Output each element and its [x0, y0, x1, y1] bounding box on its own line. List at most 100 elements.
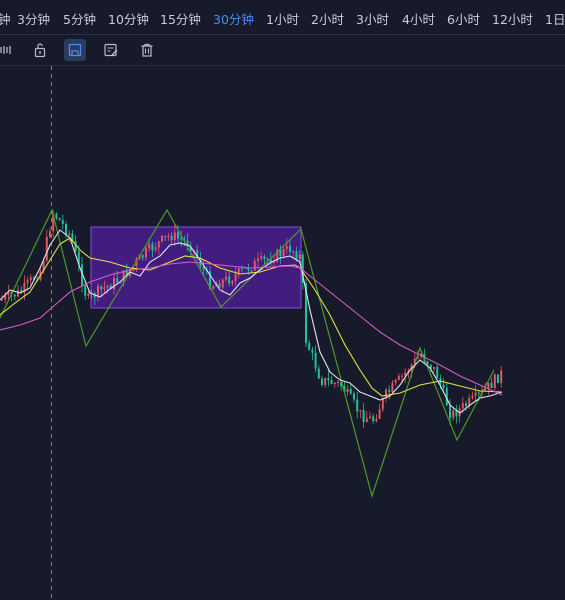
- candle-body: [362, 410, 365, 423]
- candle-body: [13, 294, 16, 297]
- timeframe-1d[interactable]: 1日: [545, 9, 565, 28]
- screenshot-icon[interactable]: [64, 39, 86, 61]
- candle-body: [333, 383, 336, 385]
- candle-body: [253, 261, 256, 271]
- candle-body: [228, 276, 231, 284]
- timeframe-6h[interactable]: 6小时: [447, 9, 480, 28]
- candle-body: [369, 416, 371, 419]
- candle-body: [337, 381, 339, 384]
- timeframe-5m[interactable]: 5分钟: [63, 9, 96, 28]
- candle-body: [241, 268, 243, 270]
- candle-body: [449, 405, 451, 418]
- candle-body: [292, 251, 295, 253]
- candle-body: [87, 293, 90, 296]
- candle-body: [465, 403, 467, 407]
- candle-body: [500, 370, 503, 383]
- candle-body: [317, 368, 320, 379]
- candle-body: [250, 270, 253, 272]
- candle-body: [100, 286, 103, 290]
- candle-body: [391, 382, 394, 392]
- candle-body: [365, 418, 368, 423]
- candle-body: [148, 243, 151, 249]
- candle-body: [61, 220, 64, 225]
- candle-body: [321, 378, 323, 385]
- candle-body: [273, 261, 275, 263]
- candle-body: [327, 377, 330, 381]
- candle-body: [378, 409, 381, 419]
- timeframe-1m-partial[interactable]: 钟: [0, 9, 11, 28]
- candle-body: [260, 256, 263, 259]
- candle-body: [356, 399, 359, 412]
- timeframe-3m[interactable]: 3分钟: [17, 9, 50, 28]
- candle-body: [308, 342, 311, 350]
- price-chart[interactable]: [0, 66, 565, 600]
- candle-body: [167, 235, 170, 237]
- candle-body: [1, 299, 3, 301]
- timeframe-2h[interactable]: 2小时: [311, 9, 344, 28]
- candle-body: [116, 278, 119, 283]
- candle-body: [353, 393, 355, 400]
- candle-body: [433, 367, 435, 369]
- candle-body: [381, 398, 384, 410]
- candle-body: [436, 367, 439, 379]
- candle-body: [295, 251, 298, 259]
- candle-body: [180, 238, 183, 240]
- candle-body: [349, 388, 352, 394]
- candle-body: [157, 241, 160, 248]
- link-icon[interactable]: [0, 39, 18, 61]
- candle-body: [151, 243, 154, 250]
- candle-body: [177, 232, 179, 239]
- candle-body: [490, 382, 493, 389]
- candle-body: [45, 236, 48, 261]
- candle-body: [474, 392, 477, 396]
- candle-body: [161, 235, 163, 242]
- candle-body: [497, 374, 499, 383]
- candle-body: [285, 246, 288, 250]
- timeframe-bar: 钟 3分钟 5分钟 10分钟 15分钟 30分钟 1小时 2小时 3小时 4小时…: [0, 0, 565, 35]
- candle-body: [49, 231, 51, 237]
- candle-body: [65, 224, 67, 235]
- candle-body: [324, 377, 327, 385]
- candle-body: [461, 403, 464, 409]
- timeframe-15m[interactable]: 15分钟: [160, 9, 201, 28]
- candle-body: [359, 410, 362, 412]
- candle-body: [234, 274, 237, 282]
- candle-body: [298, 254, 301, 259]
- candle-body: [26, 280, 29, 283]
- timeframe-4h[interactable]: 4小时: [402, 9, 435, 28]
- candle-body: [401, 375, 403, 377]
- candle-body: [471, 395, 474, 398]
- candle-body: [145, 248, 147, 258]
- timeframe-10m[interactable]: 10分钟: [108, 9, 149, 28]
- timeframe-12h[interactable]: 12小时: [492, 9, 533, 28]
- lock-icon[interactable]: [29, 39, 51, 61]
- candle-body: [212, 286, 215, 289]
- candle-body: [452, 410, 455, 418]
- delete-icon[interactable]: [136, 39, 158, 61]
- candle-body: [225, 276, 227, 280]
- candle-body: [170, 235, 173, 241]
- candle-body: [141, 255, 144, 258]
- candle-body: [282, 249, 285, 256]
- timeframe-1h[interactable]: 1小时: [266, 9, 299, 28]
- candle-body: [154, 247, 157, 250]
- candle-body: [346, 388, 349, 393]
- candle-body: [263, 256, 266, 259]
- candle-body: [257, 258, 259, 262]
- candle-body: [103, 287, 106, 290]
- candle-body: [231, 281, 234, 284]
- candle-body: [221, 279, 224, 288]
- candle-body: [17, 290, 19, 297]
- timeframe-30m[interactable]: 30分钟: [213, 9, 254, 28]
- candle-body: [279, 249, 282, 256]
- candle-body: [493, 374, 496, 389]
- candle-body: [55, 213, 58, 219]
- candle-body: [397, 375, 400, 380]
- candle-body: [218, 283, 221, 288]
- candle-body: [289, 246, 291, 252]
- timeframe-3h[interactable]: 3小时: [356, 9, 389, 28]
- candle-body: [68, 233, 71, 235]
- candle-body: [372, 416, 375, 422]
- candle-body: [375, 418, 378, 422]
- edit-icon[interactable]: [100, 39, 122, 61]
